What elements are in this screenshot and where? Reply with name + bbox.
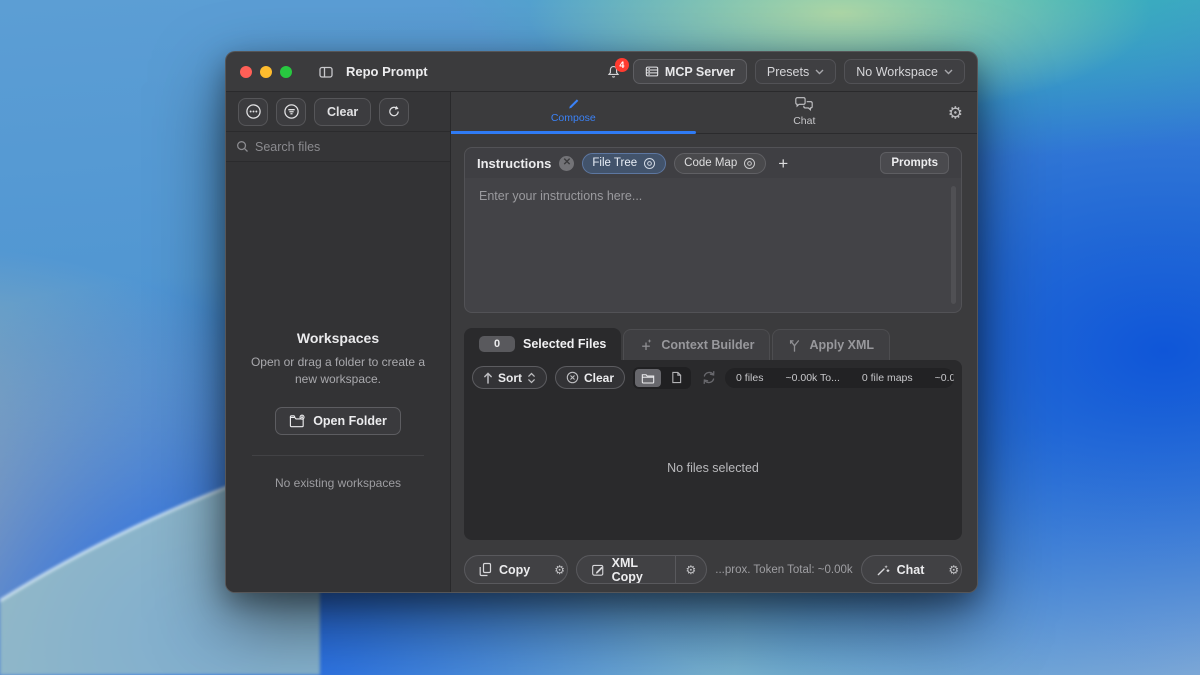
copy-icon <box>479 562 492 577</box>
workspace-dropdown[interactable]: No Workspace <box>844 59 965 84</box>
scope-icon[interactable] <box>743 157 756 170</box>
instructions-panel: Instructions ✕ File Tree Code Map <box>464 147 962 313</box>
workspaces-heading: Workspaces <box>242 330 434 346</box>
compose-footer: Copy ⚙ XML <box>464 555 962 584</box>
stat-map-tokens: ~0.00k tok... <box>924 372 954 384</box>
files-toolbar: Sort <box>464 360 962 389</box>
xml-copy-settings-gear-icon[interactable]: ⚙ <box>676 556 707 583</box>
document-icon <box>671 371 682 384</box>
xml-copy-button[interactable]: XML Copy <box>577 556 675 583</box>
minimize-window-button[interactable] <box>260 66 272 78</box>
filter-circle-icon <box>283 103 300 120</box>
copy-button[interactable]: Copy <box>465 556 544 583</box>
chevron-down-icon <box>944 69 953 75</box>
close-window-button[interactable] <box>240 66 252 78</box>
stat-files: 0 files <box>725 372 774 384</box>
chip-file-tree[interactable]: File Tree <box>582 153 666 174</box>
folder-icon <box>641 372 655 384</box>
sidebar: Clear Workspaces <box>226 92 451 592</box>
tab-compose[interactable]: Compose <box>451 96 696 124</box>
refresh-icon <box>387 104 401 119</box>
chat-bubbles-icon <box>794 96 814 112</box>
stat-file-maps: 0 file maps <box>851 372 924 384</box>
scrollbar[interactable] <box>951 186 956 304</box>
folder-view-button[interactable] <box>635 369 661 387</box>
x-circle-icon <box>566 371 579 384</box>
more-options-button[interactable] <box>238 98 268 126</box>
sidebar-content: Workspaces Open or drag a folder to crea… <box>226 162 450 592</box>
copy-button-group: Copy ⚙ <box>464 555 568 584</box>
files-stats-bar: 0 files ~0.00k To... 0 file maps ~0.00k … <box>725 368 954 388</box>
chat-button-group: Chat ⚙ <box>861 555 962 584</box>
stat-file-tokens: ~0.00k To... <box>774 372 850 384</box>
main-panel: Compose Chat ⚙ <box>451 92 977 592</box>
arrow-up-icon <box>483 372 493 384</box>
view-mode-segmented-control <box>633 367 691 389</box>
pencil-icon <box>566 96 581 109</box>
workspaces-description: Open or drag a folder to create a new wo… <box>242 354 434 389</box>
tab-apply-xml[interactable]: Apply XML <box>772 329 890 360</box>
merge-branch-icon <box>788 339 801 352</box>
sidebar-toggle-icon[interactable] <box>318 64 334 80</box>
instructions-label: Instructions <box>477 156 551 171</box>
files-tabbar: 0 Selected Files Context Builder <box>464 328 962 360</box>
workspaces-empty-state: Workspaces Open or drag a folder to crea… <box>226 330 450 490</box>
xml-copy-button-group: XML Copy ⚙ <box>576 555 708 584</box>
presets-dropdown[interactable]: Presets <box>755 59 836 84</box>
tab-selected-files[interactable]: 0 Selected Files <box>464 328 621 360</box>
clear-instructions-icon[interactable]: ✕ <box>559 156 574 171</box>
tab-chat[interactable]: Chat <box>696 96 913 127</box>
folder-plus-icon <box>289 414 306 428</box>
instructions-header: Instructions ✕ File Tree Code Map <box>465 148 961 178</box>
server-icon <box>645 65 659 78</box>
add-chip-button[interactable]: + <box>774 155 792 172</box>
sparkle-plus-icon <box>639 338 653 352</box>
notifications-bell-icon[interactable]: 4 <box>606 64 621 80</box>
mcp-server-button[interactable]: MCP Server <box>633 59 747 84</box>
zoom-window-button[interactable] <box>280 66 292 78</box>
ellipsis-circle-icon <box>245 103 262 120</box>
active-tab-underline <box>451 131 696 134</box>
file-view-button[interactable] <box>663 369 689 387</box>
app-window: Repo Prompt 4 MCP Server <box>225 51 978 593</box>
no-files-selected-label: No files selected <box>464 389 962 540</box>
search-input[interactable] <box>255 140 440 154</box>
chat-button[interactable]: Chat <box>862 556 939 583</box>
filter-button[interactable] <box>276 98 306 126</box>
clear-selection-button[interactable]: Clear <box>555 366 625 389</box>
chevron-up-down-icon <box>527 372 536 384</box>
chip-code-map[interactable]: Code Map <box>674 153 766 174</box>
instructions-textarea[interactable] <box>465 178 961 312</box>
settings-gear-icon[interactable]: ⚙ <box>948 104 963 121</box>
mode-tabbar: Compose Chat ⚙ <box>451 92 977 134</box>
instructions-editor <box>465 178 961 312</box>
titlebar: Repo Prompt 4 MCP Server <box>226 52 977 92</box>
sidebar-clear-button[interactable]: Clear <box>314 98 371 126</box>
open-folder-button[interactable]: Open Folder <box>275 407 401 435</box>
chat-settings-gear-icon[interactable]: ⚙ <box>938 556 962 583</box>
scope-icon[interactable] <box>643 157 656 170</box>
token-total-label: ...prox. Token Total: ~0.00k <box>715 564 852 576</box>
search-icon <box>236 140 249 153</box>
window-title: Repo Prompt <box>346 64 428 79</box>
tab-context-builder[interactable]: Context Builder <box>623 329 770 360</box>
chevron-down-icon <box>815 69 824 75</box>
traffic-lights <box>240 66 292 78</box>
sort-button[interactable]: Sort <box>472 366 547 389</box>
divider <box>252 455 424 456</box>
auto-refresh-icon[interactable] <box>701 370 717 385</box>
sidebar-toolbar: Clear <box>226 92 450 132</box>
refresh-button[interactable] <box>379 98 409 126</box>
compose-content: Instructions ✕ File Tree Code Map <box>451 134 977 592</box>
prompts-button[interactable]: Prompts <box>880 152 949 174</box>
search-row <box>226 132 450 162</box>
edit-square-icon <box>591 563 605 577</box>
selected-files-panel: Sort <box>464 360 962 540</box>
wand-sparkles-icon <box>876 563 890 577</box>
copy-settings-gear-icon[interactable]: ⚙ <box>544 556 567 583</box>
selected-count-badge: 0 <box>479 336 515 352</box>
notification-badge: 4 <box>615 58 629 72</box>
no-workspaces-label: No existing workspaces <box>242 476 434 490</box>
